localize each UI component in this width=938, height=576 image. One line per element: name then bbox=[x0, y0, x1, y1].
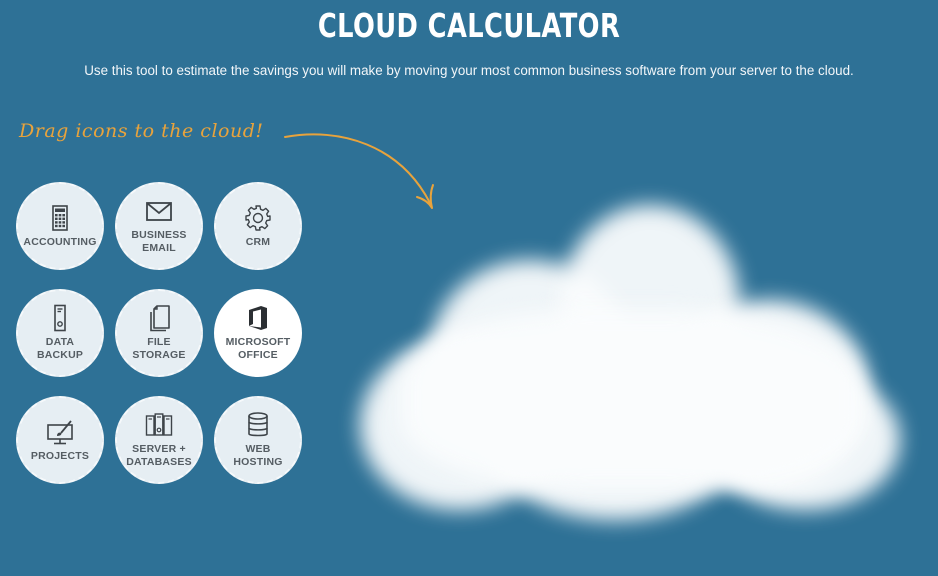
tile-label: ACCOUNTING bbox=[23, 235, 97, 248]
tile-business-email[interactable]: BUSINESS EMAIL bbox=[115, 182, 203, 270]
tile-label: FILE STORAGE bbox=[132, 336, 186, 361]
tile-label: WEB HOSTING bbox=[233, 443, 283, 468]
office-logo-icon bbox=[249, 306, 267, 330]
tile-label: BUSINESS EMAIL bbox=[131, 229, 187, 254]
database-icon bbox=[248, 412, 268, 437]
tile-file-storage[interactable]: FILE STORAGE bbox=[115, 289, 203, 377]
tile-data-backup[interactable]: DATA BACKUP bbox=[16, 289, 104, 377]
calculator-icon bbox=[52, 204, 68, 231]
page-title: CLOUD CALCULATOR bbox=[317, 6, 621, 45]
tile-microsoft-office[interactable]: MICROSOFT OFFICE bbox=[214, 289, 302, 377]
tile-label: DATA BACKUP bbox=[36, 336, 84, 361]
server-tower-icon bbox=[54, 304, 66, 332]
server-rack-icon bbox=[145, 413, 173, 436]
tile-projects[interactable]: PROJECTS bbox=[16, 396, 104, 484]
gear-icon bbox=[245, 204, 271, 231]
tile-label: PROJECTS bbox=[30, 449, 90, 462]
tile-web-hosting[interactable]: WEB HOSTING bbox=[214, 396, 302, 484]
tile-label: CRM bbox=[245, 235, 271, 248]
tile-crm[interactable]: CRM bbox=[214, 182, 302, 270]
tile-server-databases[interactable]: SERVER + DATABASES bbox=[115, 396, 203, 484]
drag-hint: Drag icons to the cloud! bbox=[19, 120, 264, 142]
documents-icon bbox=[150, 305, 170, 332]
cloud-puff bbox=[400, 310, 860, 490]
envelope-icon bbox=[146, 202, 172, 221]
monitor-brush-icon bbox=[47, 419, 73, 444]
tile-label: SERVER + DATABASES bbox=[126, 443, 192, 468]
page-subtitle: Use this tool to estimate the savings yo… bbox=[84, 63, 854, 78]
tile-accounting[interactable]: ACCOUNTING bbox=[16, 182, 104, 270]
tile-label: MICROSOFT OFFICE bbox=[225, 336, 291, 361]
cloud-drop-zone[interactable] bbox=[340, 190, 938, 540]
